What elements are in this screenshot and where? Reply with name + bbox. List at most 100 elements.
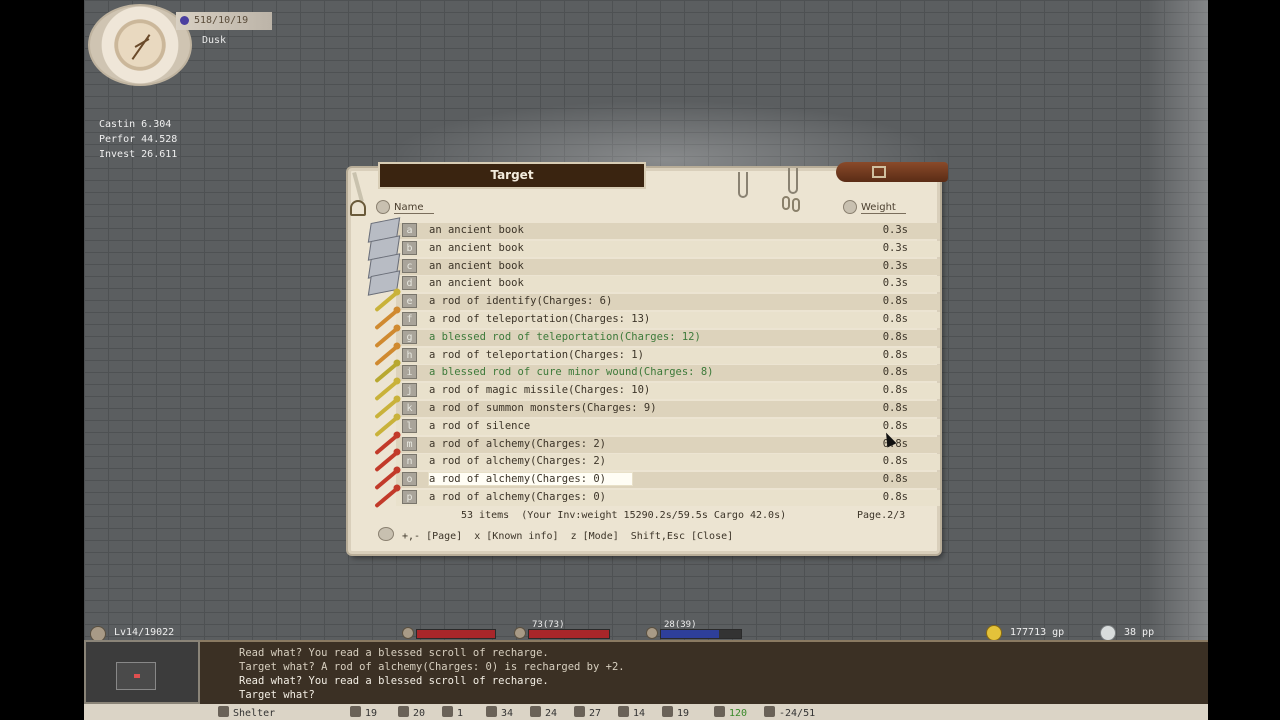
date-text: 518/10/19 bbox=[194, 15, 249, 26]
help-button-icon[interactable] bbox=[378, 527, 394, 541]
item-row[interactable]: e a rod of identify(Charges: 6) 0.8s bbox=[368, 290, 940, 313]
item-name[interactable]: a rod of teleportation(Charges: 13) bbox=[429, 313, 650, 325]
item-weight: 0.8s bbox=[882, 366, 908, 379]
log-line: Target what? bbox=[239, 689, 315, 701]
skill-tracker: Castin 6.304 Perfor 44.528 Invest 26.611 bbox=[99, 117, 177, 162]
stamina-icon bbox=[402, 627, 414, 639]
item-name[interactable]: a rod of alchemy(Charges: 2) bbox=[429, 438, 606, 450]
item-row[interactable]: o a rod of alchemy(Charges: 0) 0.8s bbox=[368, 467, 940, 491]
attr-ler: 24 bbox=[530, 706, 557, 719]
item-weight: 0.8s bbox=[882, 330, 908, 343]
attr-chr: 19 bbox=[662, 706, 689, 719]
defense-icon bbox=[764, 706, 775, 717]
item-name[interactable]: a rod of summon monsters(Charges: 9) bbox=[429, 402, 657, 414]
item-row[interactable]: g a blessed rod of teleportation(Charges:… bbox=[368, 325, 940, 348]
item-name[interactable]: a blessed rod of teleportation(Charges: … bbox=[429, 331, 701, 343]
stamina-bar bbox=[416, 629, 496, 639]
item-row[interactable]: d an ancient book 0.3s bbox=[367, 270, 940, 297]
dagger-icon bbox=[348, 171, 368, 220]
item-row[interactable]: h a rod of teleportation(Charges: 1) 0.8s bbox=[368, 343, 940, 366]
gold-coin-icon bbox=[986, 625, 1002, 641]
hotkey-label[interactable]: b bbox=[402, 240, 417, 255]
hotkey-label[interactable]: o bbox=[402, 472, 417, 487]
fog-overlay bbox=[1148, 0, 1208, 640]
hotkey-label[interactable]: c bbox=[402, 258, 417, 273]
hotkey-label[interactable]: k bbox=[402, 400, 417, 415]
hook-icon bbox=[788, 168, 798, 194]
hotkey-label[interactable]: e bbox=[402, 294, 417, 309]
player-marker-icon bbox=[134, 674, 140, 678]
item-row[interactable]: j a rod of magic missile(Charges: 10) 0.8s bbox=[368, 378, 940, 402]
item-row[interactable]: l a rod of silence 0.8s bbox=[368, 414, 940, 437]
dexterity-icon bbox=[442, 706, 453, 717]
item-weight: 0.3s bbox=[882, 224, 908, 236]
item-weight: 0.3s bbox=[882, 241, 908, 254]
attr-mag: 14 bbox=[618, 706, 645, 719]
item-name[interactable]: a rod of alchemy(Charges: 0) bbox=[429, 473, 633, 486]
hotkey-label[interactable]: a bbox=[402, 223, 417, 237]
column-header-name[interactable]: Name bbox=[376, 200, 434, 214]
log-line: Read what? You read a blessed scroll of … bbox=[239, 647, 549, 659]
item-weight: 0.8s bbox=[882, 348, 908, 361]
item-name[interactable]: a rod of teleportation(Charges: 1) bbox=[429, 349, 644, 361]
message-log: Read what? You read a blessed scroll of … bbox=[200, 640, 1208, 704]
item-name[interactable]: a rod of identify(Charges: 6) bbox=[429, 295, 612, 307]
item-row[interactable]: ma rod of alchemy(Charges: 2) 0.8s bbox=[368, 432, 940, 455]
moon-icon bbox=[180, 16, 189, 25]
item-row[interactable]: p a rod of alchemy(Charges: 0) 0.8s bbox=[368, 485, 940, 509]
hotkey-label[interactable]: n bbox=[402, 454, 417, 469]
date-display: 518/10/19 bbox=[176, 12, 272, 30]
mp-bar bbox=[660, 629, 742, 639]
hook-icon bbox=[738, 172, 748, 198]
hotkey-label[interactable]: j bbox=[402, 383, 417, 398]
learning-icon bbox=[530, 706, 541, 717]
hotkey-label[interactable]: l bbox=[402, 418, 417, 433]
level-text: Lv14/19022 bbox=[114, 627, 175, 638]
constitution-icon bbox=[398, 706, 409, 717]
item-name[interactable]: a rod of silence bbox=[429, 420, 530, 432]
item-row[interactable]: a an ancient book 0.3s bbox=[367, 217, 940, 243]
mp-text: 28(39) bbox=[664, 620, 697, 630]
item-name[interactable]: an ancient book bbox=[429, 224, 524, 236]
item-weight: 0.3s bbox=[882, 277, 908, 290]
attr-dvpv: -24/51 bbox=[764, 706, 815, 719]
item-list: a an ancient book 0.3s b an ancient book 0.3s… bbox=[367, 217, 940, 509]
item-row[interactable]: k a rod of summon monsters(Charges: 9) 0.8… bbox=[368, 396, 940, 420]
minimap[interactable] bbox=[84, 640, 200, 704]
platinum-coin-icon bbox=[1100, 625, 1116, 641]
item-name[interactable]: an ancient book bbox=[429, 277, 524, 289]
skill-line: Perfor 44.528 bbox=[99, 134, 178, 145]
item-row[interactable]: c an ancient book 0.3s bbox=[367, 252, 940, 279]
column-header-weight[interactable]: Weight bbox=[843, 200, 906, 214]
perception-icon bbox=[486, 706, 497, 717]
will-icon bbox=[574, 706, 585, 717]
hotkey-label[interactable]: h bbox=[402, 347, 417, 362]
hotkey-label[interactable]: d bbox=[402, 276, 417, 291]
item-row[interactable]: b an ancient book 0.3s bbox=[367, 235, 940, 261]
hotkey-label[interactable]: f bbox=[402, 311, 417, 326]
item-row[interactable]: f a rod of teleportation(Charges: 13) 0.8s bbox=[368, 307, 940, 331]
hotkey-label[interactable]: m bbox=[402, 436, 417, 451]
gold-text: 177713 gp bbox=[1010, 627, 1065, 638]
hotkey-label[interactable]: g bbox=[402, 329, 417, 344]
sort-button-icon[interactable] bbox=[376, 200, 390, 214]
skill-line: Invest 26.611 bbox=[99, 149, 178, 160]
item-weight: 0.8s bbox=[882, 419, 908, 432]
item-name[interactable]: an ancient book bbox=[429, 260, 524, 272]
item-name[interactable]: a rod of alchemy(Charges: 0) bbox=[429, 491, 606, 503]
item-name[interactable]: a rod of magic missile(Charges: 10) bbox=[429, 384, 650, 396]
rod-icon bbox=[370, 485, 400, 509]
item-name[interactable]: an ancient book bbox=[429, 242, 524, 254]
hotkey-label[interactable]: p bbox=[402, 489, 417, 504]
hotkey-label[interactable]: i bbox=[402, 365, 417, 380]
item-weight: 0.8s bbox=[882, 295, 908, 308]
item-row[interactable]: n a rod of alchemy(Charges: 2) 0.8s bbox=[368, 450, 940, 473]
sort-button-icon[interactable] bbox=[843, 200, 857, 214]
status-bar: Shelter 19 20 1 34 24 27 14 19 120 -24/5… bbox=[84, 704, 1208, 720]
hp-icon bbox=[514, 627, 526, 639]
item-name[interactable]: a blessed rod of cure minor wound(Charge… bbox=[429, 366, 713, 378]
keys-icon bbox=[782, 192, 806, 214]
item-name[interactable]: a rod of alchemy(Charges: 2) bbox=[429, 455, 606, 467]
item-row[interactable]: i a blessed rod of cure minor wound(Charg… bbox=[368, 361, 940, 384]
hud-strip: Lv14/19022 73(73) 28(39) 177713 gp 38 pp bbox=[84, 620, 1208, 642]
